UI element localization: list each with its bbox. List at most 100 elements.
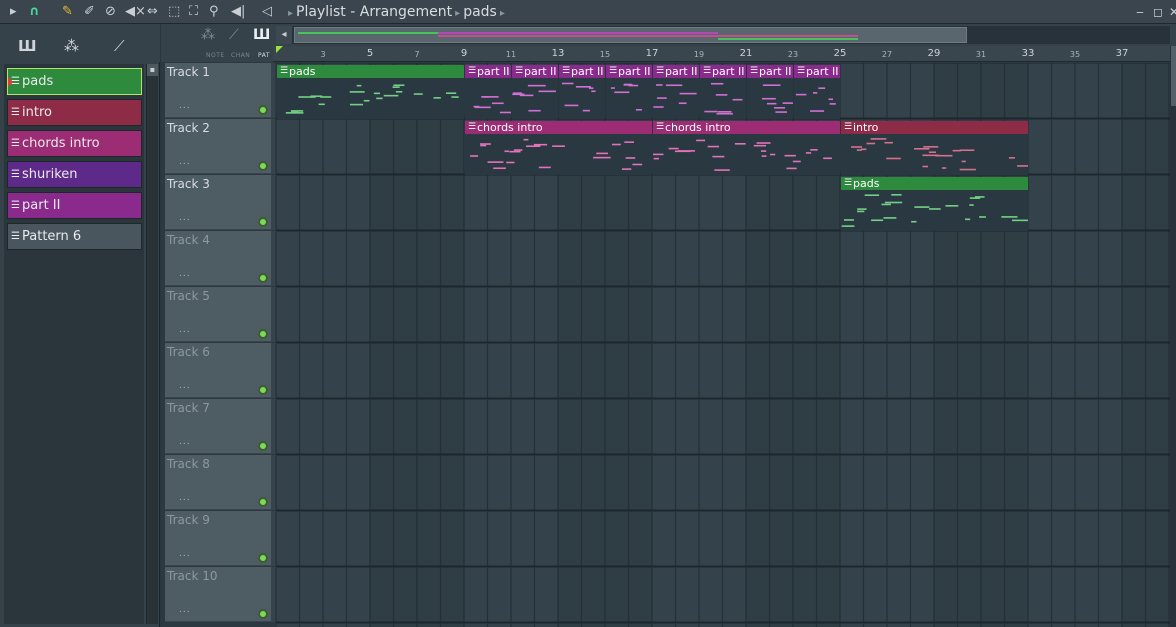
track-resize-handle[interactable] xyxy=(271,567,275,622)
track-mute-led-icon[interactable] xyxy=(258,609,268,619)
track-name[interactable]: Track 5 xyxy=(167,289,210,303)
horizontal-scrollbar[interactable]: ◂ xyxy=(276,26,1170,44)
playhead-marker[interactable] xyxy=(276,46,283,53)
track-header[interactable]: Track 8... xyxy=(165,455,275,510)
track-options-icon[interactable]: ... xyxy=(179,493,191,503)
track-mute-led-icon[interactable] xyxy=(258,217,268,227)
track-header[interactable]: Track 1... xyxy=(165,63,275,118)
track-resize-handle[interactable] xyxy=(271,511,275,566)
note-mode-label[interactable]: NOTE xyxy=(206,52,225,59)
clip-header[interactable]: ☰ part II xyxy=(512,65,558,78)
mute-icon[interactable]: ◀× xyxy=(125,3,146,21)
pattern-mode-icon[interactable]: Ш xyxy=(253,27,270,43)
track-header[interactable]: Track 7... xyxy=(165,399,275,454)
playlist-clip[interactable]: ☰ part II xyxy=(606,65,652,119)
track-resize-handle[interactable] xyxy=(271,63,275,118)
clip-header[interactable]: ☰ intro xyxy=(841,121,1028,134)
track-mute-led-icon[interactable] xyxy=(258,385,268,395)
track-name[interactable]: Track 8 xyxy=(167,457,210,471)
zoom-icon[interactable]: ⚲ xyxy=(209,3,219,21)
track-header[interactable]: Track 2... xyxy=(165,119,275,174)
pattern-item[interactable]: ☰ part II xyxy=(7,192,142,219)
slip-icon[interactable]: ⇔ xyxy=(147,3,158,21)
piano-roll-icon[interactable]: Ш xyxy=(18,38,37,54)
audio-wave-icon[interactable]: ⁂ xyxy=(64,38,79,54)
track-resize-handle[interactable] xyxy=(271,343,275,398)
minimize-icon[interactable]: ‒ xyxy=(1132,3,1148,21)
playlist-clip[interactable]: ☰ part II xyxy=(465,65,511,119)
track-resize-handle[interactable] xyxy=(271,455,275,510)
magnet-snap-icon[interactable]: ∩ xyxy=(29,3,40,21)
close-icon[interactable]: ✕ xyxy=(1166,3,1176,21)
playlist-grid[interactable]: ☰ pads ☰ part II ☰ part II ☰ part II ☰ part II ☰ pa… xyxy=(276,63,1170,627)
track-resize-handle[interactable] xyxy=(271,175,275,230)
note-mode-icon[interactable]: ⁂ xyxy=(201,27,215,43)
vertical-scroll-thumb[interactable] xyxy=(1171,46,1176,106)
track-options-icon[interactable]: ... xyxy=(179,325,191,335)
track-options-icon[interactable]: ... xyxy=(179,605,191,615)
speaker-icon[interactable]: ◁ xyxy=(262,3,272,21)
clip-header[interactable]: ☰ pads xyxy=(841,177,1028,190)
paint-brush-icon[interactable]: ✐ xyxy=(84,3,95,21)
track-resize-handle[interactable] xyxy=(271,119,275,174)
clip-header[interactable]: ☰ part II xyxy=(794,65,840,78)
playlist-clip[interactable]: ☰ chords intro xyxy=(653,121,840,175)
track-resize-handle[interactable] xyxy=(271,231,275,286)
scroll-left-icon[interactable]: ◂ xyxy=(276,26,292,44)
track-header[interactable]: Track 9... xyxy=(165,511,275,566)
play-arrow-icon[interactable]: ▸ xyxy=(10,3,17,21)
track-options-icon[interactable]: ... xyxy=(179,213,191,223)
track-name[interactable]: Track 2 xyxy=(167,121,210,135)
track-name[interactable]: Track 3 xyxy=(167,177,210,191)
track-options-icon[interactable]: ... xyxy=(179,157,191,167)
track-options-icon[interactable]: ... xyxy=(179,549,191,559)
clip-header[interactable]: ☰ part II xyxy=(700,65,746,78)
track-options-icon[interactable]: ... xyxy=(179,381,191,391)
playlist-clip[interactable]: ☰ part II xyxy=(794,65,840,119)
playback-icon[interactable]: ◀| xyxy=(231,3,245,21)
automation-icon[interactable]: ⟋ xyxy=(114,38,125,54)
vertical-scrollbar[interactable] xyxy=(1170,46,1176,627)
track-mute-led-icon[interactable] xyxy=(258,105,268,115)
track-mute-led-icon[interactable] xyxy=(258,161,268,171)
clip-header[interactable]: ☰ part II xyxy=(465,65,511,78)
playlist-clip[interactable]: ☰ part II xyxy=(700,65,746,119)
scroll-up-icon[interactable]: ▪ xyxy=(147,64,158,76)
clip-header[interactable]: ☰ part II xyxy=(747,65,793,78)
maximize-icon[interactable]: ◻ xyxy=(1150,3,1166,21)
track-mute-led-icon[interactable] xyxy=(258,441,268,451)
select-icon[interactable]: ⬚ xyxy=(168,3,180,21)
pattern-list-scrollbar[interactable]: ▪ xyxy=(146,64,158,624)
playlist-clip[interactable]: ☰ part II xyxy=(747,65,793,119)
track-resize-handle[interactable] xyxy=(271,399,275,454)
track-name[interactable]: Track 1 xyxy=(167,65,210,79)
track-header[interactable]: Track 4... xyxy=(165,231,275,286)
track-header[interactable]: Track 10... xyxy=(165,567,275,622)
track-name[interactable]: Track 4 xyxy=(167,233,210,247)
clip-header[interactable]: ☰ chords intro xyxy=(653,121,840,134)
clip-header[interactable]: ☰ chords intro xyxy=(465,121,652,134)
track-header[interactable]: Track 6... xyxy=(165,343,275,398)
track-name[interactable]: Track 9 xyxy=(167,513,210,527)
playlist-clip[interactable]: ☰ part II xyxy=(653,65,699,119)
track-mute-led-icon[interactable] xyxy=(258,273,268,283)
pattern-item[interactable]: ☰ intro xyxy=(7,99,142,126)
track-name[interactable]: Track 10 xyxy=(167,569,217,583)
pat-mode-label[interactable]: PAT xyxy=(258,52,270,59)
clip-header[interactable]: ☰ part II xyxy=(559,65,605,78)
playlist-clip[interactable]: ☰ pads xyxy=(841,177,1028,231)
track-header[interactable]: Track 3... xyxy=(165,175,275,230)
pattern-item[interactable]: ☰ Pattern 6 xyxy=(7,223,142,250)
pattern-item[interactable]: ☰ pads xyxy=(7,68,142,95)
playlist-clip[interactable]: ☰ part II xyxy=(559,65,605,119)
clip-header[interactable]: ☰ pads xyxy=(277,65,464,78)
channel-mode-icon[interactable]: ⟋ xyxy=(229,27,239,43)
track-options-icon[interactable]: ... xyxy=(179,437,191,447)
playlist-clip[interactable]: ☰ pads xyxy=(277,65,464,119)
track-options-icon[interactable]: ... xyxy=(179,269,191,279)
track-name[interactable]: Track 7 xyxy=(167,401,210,415)
pattern-item[interactable]: ☰ shuriken xyxy=(7,161,142,188)
track-mute-led-icon[interactable] xyxy=(258,553,268,563)
track-mute-led-icon[interactable] xyxy=(258,329,268,339)
playlist-clip[interactable]: ☰ chords intro xyxy=(465,121,652,175)
